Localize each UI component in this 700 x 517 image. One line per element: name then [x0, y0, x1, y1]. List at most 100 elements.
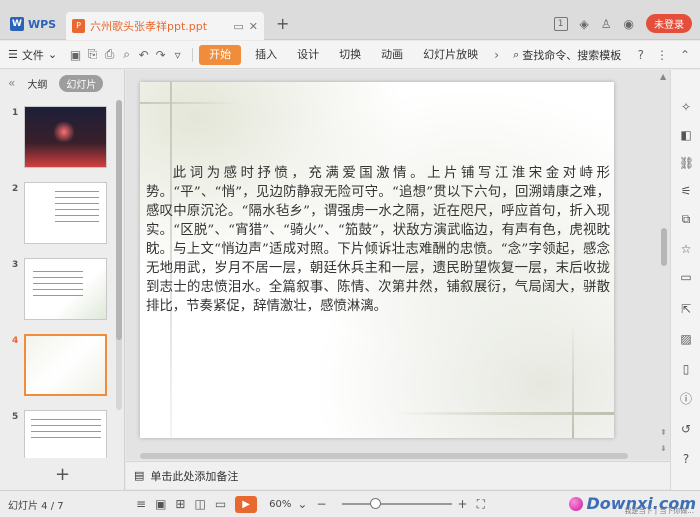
help-circle-icon[interactable]: ?	[679, 452, 693, 466]
watermark-subtext: 我是当下 | 当下你做...	[624, 507, 694, 515]
print-icon[interactable]: ⎙	[101, 47, 118, 62]
slide-thumbnail[interactable]	[24, 410, 107, 458]
shirt-icon[interactable]: ♙	[601, 17, 612, 31]
share-icon[interactable]: ⇱	[679, 302, 693, 316]
scrollbar-thumb[interactable]	[140, 453, 628, 459]
zoom-in-icon[interactable]: +	[458, 497, 468, 511]
more-options-icon[interactable]: ⋮	[656, 48, 668, 62]
slide-thumbnail-row[interactable]: 1	[0, 106, 115, 174]
adjust-icon[interactable]: ⚟	[679, 184, 693, 198]
tab-slideshow[interactable]: 幻灯片放映	[413, 45, 488, 65]
zoom-slider-handle[interactable]	[369, 498, 381, 509]
tab-insert[interactable]: 插入	[245, 45, 287, 65]
slide-body-text[interactable]: 此词为感时抒愤，充满爱国激情。上片铺写江淮宋金对峙形势。“平”、“悄”，见边防静…	[146, 164, 610, 316]
canvas-vertical-scrollbar[interactable]: ▲ ⇞ ⇟	[658, 70, 670, 460]
print-preview-icon[interactable]: ⌕	[118, 47, 135, 62]
slide-thumbnail[interactable]	[24, 182, 107, 244]
slide-thumbnail-row[interactable]: 4	[0, 334, 115, 402]
current-slide[interactable]: 此词为感时抒愤，充满爱国激情。上片铺写江淮宋金对峙形势。“平”、“悄”，见边防静…	[140, 82, 614, 438]
slide-thumbnail-row[interactable]: 3	[0, 258, 115, 326]
tab-slides[interactable]: 幻灯片	[59, 74, 104, 92]
hamburger-icon: ☰	[8, 48, 18, 61]
add-slide-plus-icon[interactable]: +	[55, 464, 70, 485]
slide-thumbnail-row[interactable]: 2	[0, 182, 115, 250]
star-icon[interactable]: ☆	[679, 242, 693, 256]
play-slideshow-button[interactable]: ▶	[235, 495, 258, 513]
chevron-down-icon: ⌄	[47, 48, 58, 61]
reading-view-icon[interactable]: ◫	[194, 497, 205, 511]
canvas-horizontal-scrollbar[interactable]	[140, 452, 628, 460]
slide-thumbnails: 1 2 3 4 5	[0, 98, 115, 458]
zoom-out-icon[interactable]: −	[316, 497, 326, 511]
tab-design[interactable]: 设计	[287, 45, 329, 65]
scrollbar-thumb[interactable]	[116, 100, 122, 340]
file-menu[interactable]: ☰ 文件 ⌄	[8, 47, 57, 63]
customize-arrow-icon[interactable]: ▿	[169, 48, 186, 62]
slide-number: 5	[12, 412, 19, 422]
toolbar-divider	[192, 47, 194, 62]
export-pdf-icon[interactable]: ⎘	[84, 47, 101, 62]
decor-line	[140, 102, 240, 104]
decor-line	[394, 412, 614, 415]
slide-thumbnail[interactable]	[24, 258, 107, 320]
document-tab[interactable]: P 六州歌头张孝祥ppt.ppt ▭ ✕	[66, 12, 264, 40]
ppt-file-icon: P	[72, 19, 85, 33]
slide-thumbnail[interactable]	[24, 106, 107, 168]
status-bar: 幻灯片 4 / 7 ≡ ▣ ⊞ ◫ ▭ ▶ 60% ⌄ − + ⛶ Downxi…	[0, 490, 700, 517]
user-avatar-icon[interactable]: ◉	[624, 17, 634, 31]
notes-pane[interactable]: ▤ 单击此处添加备注	[126, 461, 670, 489]
collapse-ribbon-icon[interactable]: ⌃	[680, 48, 690, 62]
tab-home[interactable]: 开始	[199, 44, 242, 65]
watermark-logo-icon	[568, 496, 583, 511]
scrollbar-thumb[interactable]	[661, 228, 667, 266]
undo-icon[interactable]: ↶	[135, 48, 152, 62]
close-tab-icon[interactable]: ✕	[249, 20, 258, 33]
history-icon[interactable]: ↺	[679, 422, 693, 436]
fit-window-icon[interactable]: ⛶	[477, 497, 485, 512]
slide-number: 4	[12, 336, 19, 346]
prev-slide-icon[interactable]: ⇞	[660, 428, 667, 437]
tab-animation[interactable]: 动画	[371, 45, 413, 65]
notes-placeholder[interactable]: 单击此处添加备注	[150, 468, 238, 484]
scroll-up-icon[interactable]: ▲	[660, 72, 666, 81]
help-icon[interactable]: ?	[638, 48, 644, 62]
image-icon[interactable]: ▨	[679, 332, 693, 346]
collapse-panel-icon[interactable]: «	[8, 76, 15, 90]
skin-icon[interactable]: ◈	[580, 17, 589, 31]
title-bar: W WPS P 六州歌头张孝祥ppt.ppt ▭ ✕ + 1 ◈ ♙ ◉ 未登录	[0, 0, 700, 40]
page-icon[interactable]: ▯	[679, 362, 693, 376]
magic-icon[interactable]: ✧	[679, 100, 693, 114]
tab-transition[interactable]: 切换	[329, 45, 371, 65]
wps-home-tab[interactable]: W WPS	[6, 10, 60, 38]
redo-icon[interactable]: ↷	[152, 48, 169, 62]
slide-number: 1	[12, 108, 19, 118]
toolbar-right: ? ⋮ ⌃	[638, 48, 700, 62]
next-slide-icon[interactable]: ⇟	[660, 444, 667, 453]
link-icon[interactable]: ⛓	[679, 156, 694, 170]
window-count-badge[interactable]: 1	[553, 16, 568, 31]
zoom-level[interactable]: 60%	[269, 499, 291, 510]
title-right-controls: 1 ◈ ♙ ◉ 未登录	[553, 14, 692, 33]
notes-toggle-icon[interactable]: ≡	[136, 497, 146, 511]
slide-panel-scrollbar[interactable]	[116, 100, 122, 410]
slide-thumbnail-active[interactable]	[24, 334, 107, 396]
slide-sorter-icon[interactable]: ⊞	[175, 497, 185, 511]
fullscreen-icon[interactable]: ▭	[215, 497, 226, 511]
save-icon[interactable]: ▣	[67, 48, 84, 62]
slide-panel-tabs: « 大纲 幻灯片	[0, 70, 124, 96]
archive-icon[interactable]: ▭	[679, 270, 693, 284]
new-tab-plus-icon[interactable]: +	[276, 14, 289, 33]
zoom-slider[interactable]	[341, 498, 452, 510]
slide-thumbnail-row[interactable]: 5	[0, 410, 115, 458]
info-icon[interactable]: ⓘ	[679, 392, 693, 406]
login-button[interactable]: 未登录	[646, 14, 692, 33]
chevron-down-icon[interactable]: ⌄	[297, 497, 307, 511]
command-search[interactable]: ⌕ 查找命令、搜索模板	[513, 47, 621, 63]
monitor-icon[interactable]: ▭	[233, 20, 243, 33]
ribbon-more-arrow-icon[interactable]: ›	[488, 48, 505, 62]
wps-logo-icon: W	[9, 17, 24, 31]
normal-view-icon[interactable]: ▣	[155, 497, 166, 511]
shape-icon[interactable]: ◧	[679, 128, 693, 142]
tab-outline[interactable]: 大纲	[27, 76, 47, 91]
layers-icon[interactable]: ⧉	[679, 212, 693, 226]
